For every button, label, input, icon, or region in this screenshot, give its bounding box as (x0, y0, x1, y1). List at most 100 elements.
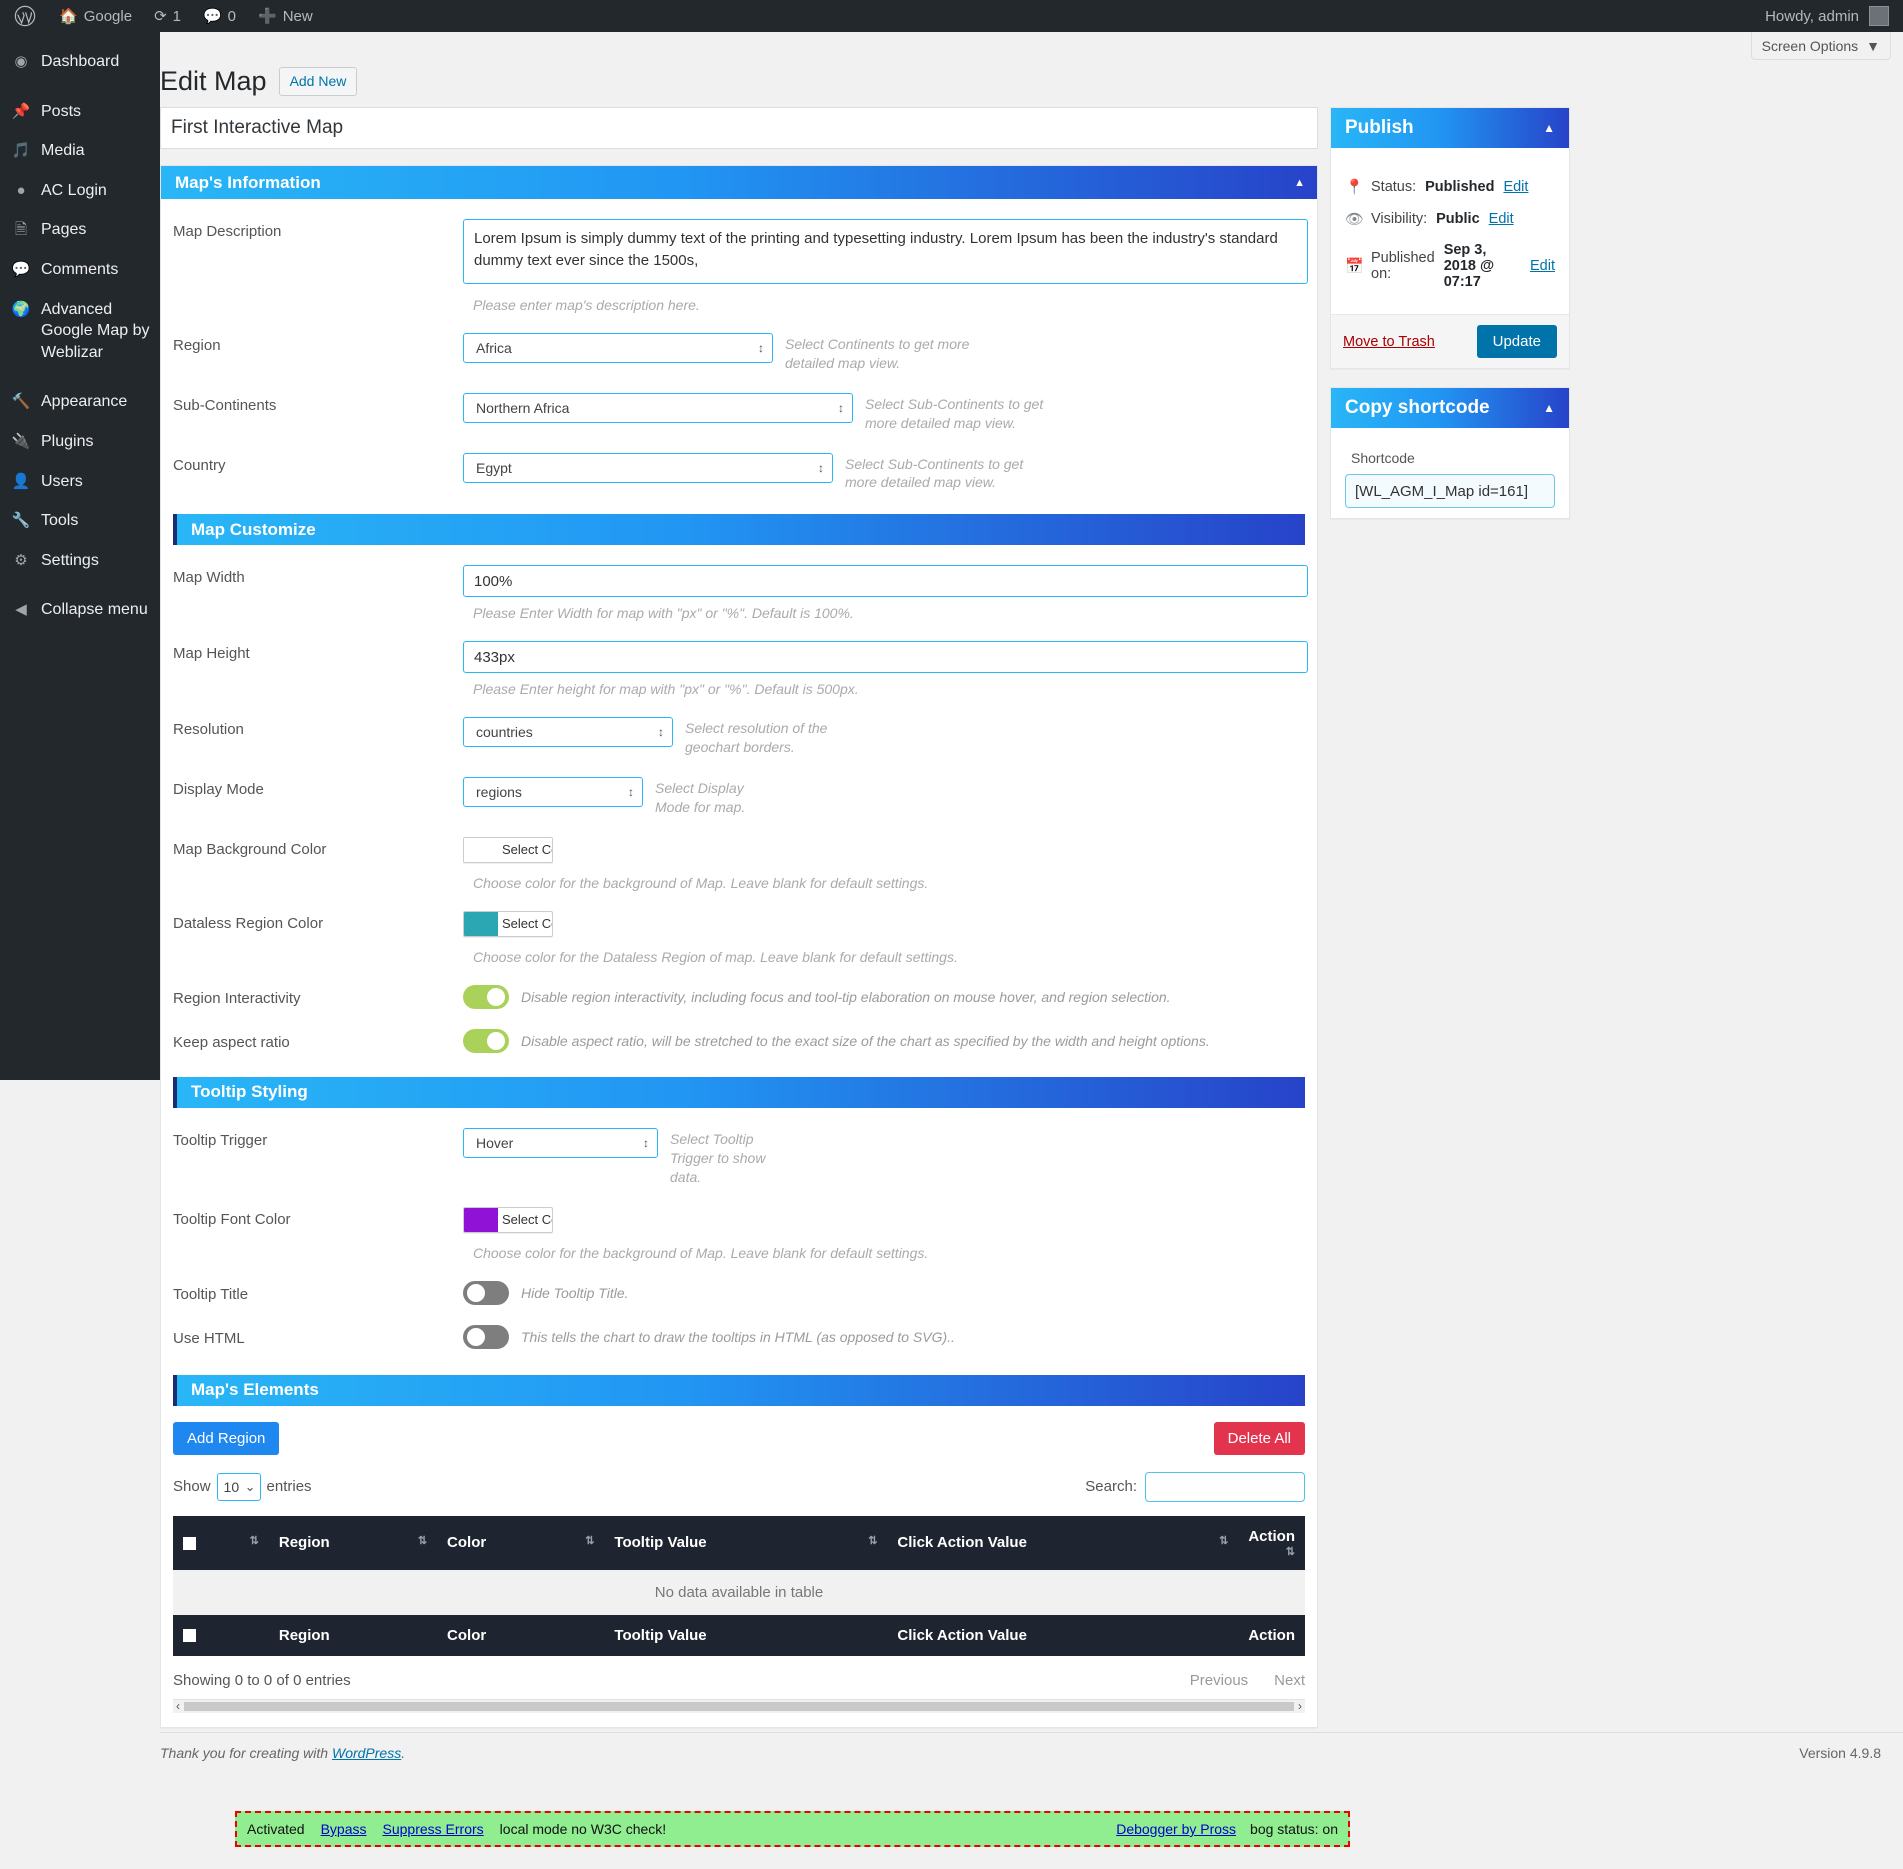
sort-icon[interactable]: ⇅ (1219, 1534, 1228, 1547)
tooltip-trigger-select[interactable]: Hover (463, 1127, 658, 1158)
column-select-all[interactable]: ⇅ (173, 1515, 269, 1570)
delete-all-button[interactable]: Delete All (1213, 1421, 1305, 1455)
scroll-right-arrow-icon[interactable]: › (1298, 1699, 1302, 1713)
site-name-menu[interactable]: 🏠 Google (48, 0, 143, 32)
shortcode-input[interactable] (1345, 474, 1555, 508)
tooltip-font-color-hint: Choose color for the background of Map. … (473, 1244, 929, 1261)
region-interactivity-text: Disable region interactivity, including … (521, 988, 1171, 1005)
chevron-up-icon[interactable]: ▲ (1294, 177, 1305, 189)
sidebar-item-dashboard[interactable]: ◉ Dashboard (0, 42, 160, 82)
screen-options-toggle[interactable]: Screen Options ▼ (1750, 32, 1891, 60)
select-all-checkbox[interactable] (183, 1629, 196, 1643)
page-length-select[interactable]: 10 (216, 1472, 261, 1501)
comments-menu[interactable]: 💬 0 (192, 0, 247, 32)
map-description-hint: Please enter map's description here. (473, 297, 700, 313)
sidebar-item-comments[interactable]: 💬 Comments (0, 250, 160, 290)
sidebar-item-media[interactable]: 🎵 Media (0, 131, 160, 171)
country-select[interactable]: Egypt (463, 452, 833, 483)
use-html-toggle[interactable] (463, 1324, 509, 1349)
column-action[interactable]: Action ⇅ (1238, 1515, 1305, 1570)
debug-suppress-errors-link[interactable]: Suppress Errors (383, 1821, 484, 1837)
previous-page-button[interactable]: Previous (1190, 1672, 1248, 1689)
add-region-button[interactable]: Add Region (173, 1421, 280, 1455)
column-tooltip-value[interactable]: Tooltip Value ⇅ (604, 1515, 888, 1570)
datatable-footer: Showing 0 to 0 of 0 entries Previous Nex… (173, 1672, 1305, 1689)
sidebar-item-label: AC Login (41, 181, 107, 199)
resolution-select[interactable]: countries (463, 717, 673, 748)
sort-icon[interactable]: ⇅ (585, 1534, 594, 1547)
keep-aspect-ratio-toggle[interactable] (463, 1028, 509, 1053)
sidebar-item-tools[interactable]: 🔧 Tools (0, 501, 160, 541)
admin-footer: Thank you for creating with WordPress. V… (160, 1732, 1903, 1772)
update-button[interactable]: Update (1476, 325, 1557, 358)
sidebar-item-plugins[interactable]: 🔌 Plugins (0, 422, 160, 462)
sort-icon[interactable]: ⇅ (418, 1534, 427, 1547)
sidebar-item-collapse-menu[interactable]: ◀ Collapse menu (0, 590, 160, 630)
copy-shortcode-header[interactable]: Copy shortcode ▲ (1331, 388, 1569, 428)
sidebar-item-users[interactable]: 👤 Users (0, 462, 160, 502)
status-prefix: Status: (1371, 179, 1417, 195)
search-input[interactable] (1145, 1471, 1305, 1502)
page-length-select-wrap: 10 (216, 1472, 261, 1501)
sidebar-item-label: Appearance (41, 393, 128, 411)
column-region[interactable]: Region ⇅ (268, 1515, 438, 1570)
sidebar-item-posts[interactable]: 📌 Posts (0, 92, 160, 132)
account-menu[interactable]: Howdy, admin (1765, 6, 1903, 26)
dataless-region-color-picker[interactable]: Select Color (463, 910, 553, 940)
comments-count: 0 (227, 7, 237, 25)
wordpress-logo-icon[interactable] (0, 0, 48, 32)
row-map-description: Map Description Lorem Ipsum is simply du… (161, 219, 1317, 313)
sidebar-item-appearance[interactable]: 🔨 Appearance (0, 382, 160, 422)
display-mode-select[interactable]: regions (463, 777, 643, 808)
sort-icon[interactable]: ⇅ (868, 1534, 877, 1547)
maps-information-header[interactable]: Map's Information ▲ (161, 166, 1317, 199)
debogger-link[interactable]: Debogger by Pross (1116, 1821, 1236, 1837)
sidebar-item-advanced-google-map[interactable]: 🌍 Advanced Google Map by Weblizar (0, 290, 160, 373)
region-interactivity-toggle[interactable] (463, 984, 509, 1009)
region-select[interactable]: Africa (463, 333, 773, 363)
horizontal-scrollbar[interactable]: ‹ › (173, 1698, 1305, 1713)
visibility-prefix: Visibility: (1371, 211, 1428, 227)
sort-icon[interactable]: ⇅ (250, 1534, 259, 1547)
sidebar-item-settings[interactable]: ⚙ Settings (0, 541, 160, 581)
edit-status-link[interactable]: Edit (1503, 179, 1528, 195)
edit-published-link[interactable]: Edit (1530, 258, 1555, 274)
keep-aspect-ratio-text: Disable aspect ratio, will be stretched … (521, 1032, 1210, 1049)
subcontinents-label: Sub-Continents (173, 396, 277, 414)
resolution-select-wrap: countries (463, 717, 673, 748)
sort-icon[interactable]: ⇅ (1286, 1545, 1295, 1558)
scroll-left-arrow-icon[interactable]: ‹ (176, 1699, 180, 1713)
tooltip-title-toggle[interactable] (463, 1280, 509, 1305)
post-title-field[interactable]: First Interactive Map (160, 107, 1318, 149)
column-click-action-value[interactable]: Click Action Value ⇅ (887, 1515, 1239, 1570)
chevron-up-icon[interactable]: ▲ (1543, 121, 1555, 135)
map-background-color-picker[interactable]: Select Color (463, 836, 553, 866)
move-to-trash-link[interactable]: Move to Trash (1343, 334, 1435, 350)
updates-menu[interactable]: ⟳ 1 (143, 0, 192, 32)
new-content-menu[interactable]: ➕ New (247, 0, 324, 32)
add-new-button[interactable]: Add New (278, 66, 358, 97)
scrollbar-thumb[interactable] (184, 1701, 1294, 1711)
map-width-input[interactable] (463, 565, 1308, 598)
chevron-up-icon[interactable]: ▲ (1543, 401, 1555, 415)
column-color[interactable]: Color ⇅ (437, 1515, 605, 1570)
subcontinents-select[interactable]: Northern Africa (463, 392, 853, 423)
debug-bypass-link[interactable]: Bypass (321, 1821, 367, 1837)
sidebar-item-ac-login[interactable]: ● AC Login (0, 171, 160, 211)
map-description-input[interactable]: Lorem Ipsum is simply dummy text of the … (463, 219, 1308, 284)
column-label: Region (278, 1534, 330, 1552)
wordpress-link[interactable]: WordPress (332, 1745, 401, 1761)
dataless-region-color-hint: Choose color for the Dataless Region of … (473, 948, 958, 965)
tooltip-font-color-picker[interactable]: Select Color (463, 1206, 553, 1236)
datatable-search-control: Search: (1085, 1471, 1305, 1502)
publish-header[interactable]: Publish ▲ (1331, 108, 1569, 148)
select-all-checkbox[interactable] (183, 1536, 196, 1550)
footer-region: Region (268, 1614, 438, 1656)
sidebar-item-pages[interactable]: 🗎 Pages (0, 210, 160, 250)
edit-visibility-link[interactable]: Edit (1489, 211, 1514, 227)
next-page-button[interactable]: Next (1274, 1672, 1305, 1689)
map-height-input[interactable] (463, 641, 1308, 674)
sidebar-item-label: Media (41, 142, 85, 160)
footer-thanks-suffix: . (401, 1744, 406, 1761)
admin-bar: 🏠 Google ⟳ 1 💬 0 ➕ New Howdy, admin (0, 0, 1903, 32)
